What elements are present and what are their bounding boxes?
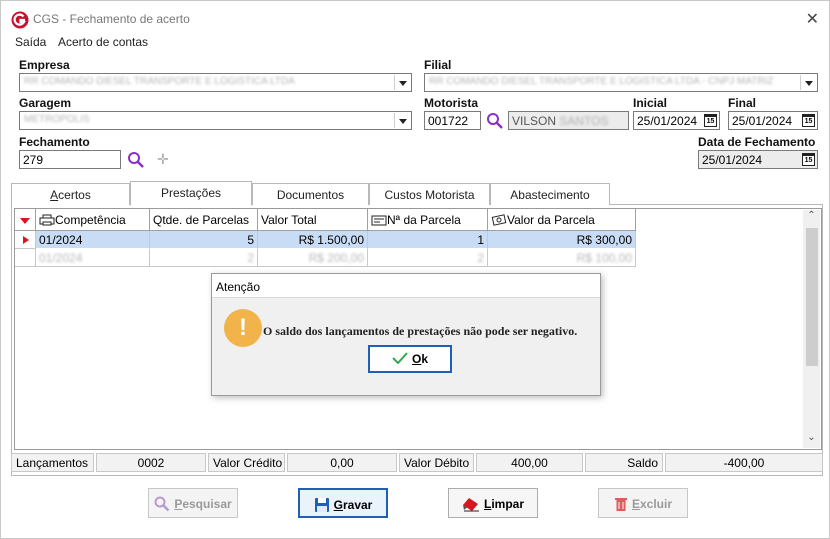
calendar-icon[interactable]: 15 — [802, 114, 815, 127]
lancamentos-label: Lançamentos — [11, 453, 94, 472]
filial-select[interactable]: RR COMANDO DIESEL TRANSPORTE E LOGISTICA… — [424, 73, 818, 92]
warning-icon: ! — [224, 309, 262, 347]
column-header-competencia[interactable]: Competência — [36, 209, 150, 231]
motorista-name: VILSON — [512, 114, 557, 128]
search-icon[interactable] — [127, 151, 145, 169]
alert-dialog: Atenção ! O saldo dos lançamentos de pre… — [211, 273, 601, 396]
empresa-label: Empresa — [19, 58, 70, 72]
inicial-value: 25/01/2024 — [637, 114, 698, 128]
garagem-label: Garagem — [19, 96, 72, 110]
final-date-field[interactable]: 25/01/2024 15 — [728, 111, 818, 130]
chevron-down-icon[interactable] — [800, 75, 816, 90]
tab-abastecimento[interactable]: Abastecimento — [490, 183, 610, 205]
limpar-button[interactable]: Limpar — [448, 488, 538, 518]
excluir-button[interactable]: Excluir — [598, 488, 688, 518]
current-row-arrow-icon — [23, 236, 29, 244]
cell-valor-total[interactable]: R$ 1.500,00 — [258, 231, 368, 249]
garagem-select[interactable]: METROPOLIS — [19, 111, 412, 130]
save-icon — [314, 498, 329, 512]
dialog-message: O saldo dos lançamentos de prestações nã… — [263, 324, 578, 338]
scroll-down-icon[interactable]: ⌄ — [803, 432, 820, 448]
title-bar: CGS - Fechamento de acerto ✕ — [1, 1, 829, 35]
filial-value: RR COMANDO DIESEL TRANSPORTE E LOGISTICA… — [429, 76, 774, 87]
motorista-name-hidden: SANTOS — [559, 114, 609, 128]
vertical-scrollbar[interactable]: ⌃ ⌄ — [803, 210, 820, 448]
inicial-date-field[interactable]: 25/01/2024 15 — [633, 111, 720, 130]
row-indicator[interactable] — [15, 249, 36, 267]
search-icon[interactable] — [486, 112, 504, 130]
cell-competencia[interactable]: 01/2024 — [36, 231, 150, 249]
cell-numero-parcela[interactable]: 2 — [368, 249, 488, 267]
menu-acerto-de-contas[interactable]: Acerto de contas — [58, 35, 148, 49]
card-icon — [371, 215, 387, 226]
scrollbar-thumb[interactable] — [806, 228, 818, 366]
data-fechamento-value: 25/01/2024 — [702, 153, 763, 167]
calendar-icon[interactable]: 15 — [704, 114, 717, 127]
printer-icon — [39, 214, 55, 226]
tab-prestacoes[interactable]: Prestações — [130, 181, 252, 206]
saldo-label: Saldo — [585, 453, 663, 472]
dialog-title: Atenção — [212, 274, 600, 298]
tab-acertos[interactable]: Acertos — [11, 183, 130, 205]
search-icon — [154, 496, 170, 512]
cell-valor-parcela[interactable]: R$ 100,00 — [488, 249, 636, 267]
close-icon[interactable]: ✕ — [806, 9, 819, 29]
fechamento-label: Fechamento — [19, 135, 90, 149]
cell-valor-total[interactable]: R$ 200,00 — [258, 249, 368, 267]
row-indicator-header[interactable] — [15, 209, 36, 231]
chevron-down-icon[interactable] — [394, 113, 410, 128]
debito-value: 400,00 — [476, 453, 583, 472]
data-fechamento-field[interactable]: 25/01/2024 15 — [698, 150, 818, 169]
fechamento-field[interactable]: 279 — [19, 150, 121, 169]
window-title: CGS - Fechamento de acerto — [33, 12, 190, 26]
ok-button[interactable]: Ok — [368, 345, 452, 373]
tab-custos-motorista[interactable]: Custos Motorista — [369, 183, 490, 205]
column-header-valor-total[interactable]: Valor Total — [258, 209, 368, 231]
tab-bar: Acertos Prestações Documentos Custos Mot… — [11, 181, 821, 206]
final-value: 25/01/2024 — [732, 114, 793, 128]
cell-competencia[interactable]: 01/2024 — [36, 249, 150, 267]
empresa-value: RR COMANDO DIESEL TRANSPORTE E LOGISTICA… — [24, 76, 295, 87]
trash-icon — [614, 498, 627, 511]
add-icon[interactable]: ✛ — [157, 151, 169, 168]
debito-label: Valor Débito — [399, 453, 474, 472]
pesquisar-button[interactable]: Pesquisar — [148, 488, 238, 518]
cell-qtde-parcelas[interactable]: 5 — [150, 231, 258, 249]
cell-numero-parcela[interactable]: 1 — [368, 231, 488, 249]
motorista-label: Motorista — [424, 96, 478, 110]
cell-qtde-parcelas[interactable]: 2 — [150, 249, 258, 267]
lancamentos-value: 0002 — [96, 453, 206, 472]
row-indicator[interactable] — [15, 231, 36, 249]
tab-documentos[interactable]: Documentos — [252, 183, 369, 205]
data-fechamento-label: Data de Fechamento — [698, 135, 816, 149]
calendar-icon[interactable]: 15 — [802, 153, 815, 166]
column-header-numero-parcela[interactable]: Nª da Parcela — [368, 209, 488, 231]
saldo-value: -400,00 — [665, 453, 823, 472]
filial-label: Filial — [424, 58, 452, 72]
motorista-name-field: VILSON SANTOS — [508, 111, 629, 130]
eraser-icon — [462, 498, 479, 512]
sort-down-icon[interactable] — [19, 216, 31, 226]
money-icon — [491, 214, 507, 226]
column-header-qtde-parcelas[interactable]: Qtde. de Parcelas — [150, 209, 258, 231]
final-label: Final — [728, 96, 757, 110]
gravar-button[interactable]: Gravar — [298, 488, 388, 518]
scroll-up-icon[interactable]: ⌃ — [803, 210, 820, 226]
summary-bar: Lançamentos 0002 Valor Crédito 0,00 Valo… — [11, 453, 823, 473]
inicial-label: Inicial — [633, 96, 668, 110]
empresa-select[interactable]: RR COMANDO DIESEL TRANSPORTE E LOGISTICA… — [19, 73, 412, 92]
chevron-down-icon[interactable] — [394, 75, 410, 90]
credito-value: 0,00 — [287, 453, 397, 472]
checkmark-icon — [392, 352, 408, 365]
app-logo-icon — [11, 11, 29, 29]
menu-saida[interactable]: Saída — [15, 35, 46, 49]
cell-valor-parcela[interactable]: R$ 300,00 — [488, 231, 636, 249]
garagem-value: METROPOLIS — [24, 114, 90, 125]
menu-bar: Saída Acerto de contas — [1, 34, 829, 52]
credito-label: Valor Crédito — [208, 453, 285, 472]
column-header-valor-parcela[interactable]: Valor da Parcela — [488, 209, 636, 231]
motorista-code-field[interactable]: 001722 — [424, 111, 481, 130]
main-window: CGS - Fechamento de acerto ✕ Saída Acert… — [0, 0, 830, 539]
